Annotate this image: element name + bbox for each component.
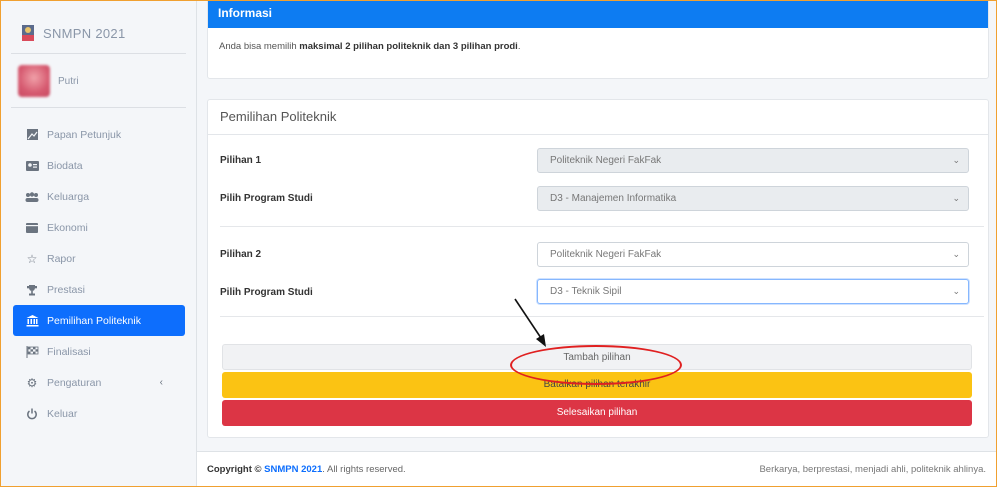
info-card-text: Anda bisa memilih maksimal 2 pilihan pol… bbox=[208, 28, 988, 65]
sidebar-item-label: Finalisasi bbox=[47, 345, 91, 358]
user-panel[interactable]: Putri bbox=[18, 65, 79, 97]
sidebar-nav: Papan Petunjuk Biodata Keluarga Ekonomi bbox=[13, 119, 185, 429]
prodi2-select[interactable]: D3 - Teknik Sipil ⌄ bbox=[537, 279, 969, 304]
copyright-prefix: Copyright © bbox=[207, 464, 265, 475]
info-card-title: Informasi bbox=[208, 1, 988, 28]
brand[interactable]: SNMPN 2021 bbox=[21, 23, 125, 43]
pilihan1-label: Pilihan 1 bbox=[220, 154, 262, 166]
brand-name: SNMPN 2021 bbox=[43, 25, 126, 41]
copyright-suffix: . All rights reserved. bbox=[322, 464, 406, 475]
sidebar-item-pengaturan[interactable]: ⚙ Pengaturan ‹ bbox=[13, 367, 185, 398]
sidebar-item-label: Biodata bbox=[47, 159, 83, 172]
footer-tagline: Berkarya, berprestasi, menjadi ahli, pol… bbox=[759, 464, 986, 475]
add-choice-button[interactable]: Tambah pilihan bbox=[222, 344, 972, 370]
chevron-down-icon: ⌄ bbox=[952, 155, 960, 165]
cancel-last-choice-button[interactable]: Batalkan pilihan terakhir bbox=[222, 372, 972, 398]
sidebar-item-label: Prestasi bbox=[47, 283, 85, 296]
avatar bbox=[18, 65, 50, 97]
sidebar-item-label: Pemilihan Politeknik bbox=[47, 314, 141, 327]
divider bbox=[220, 316, 984, 317]
flag-checkered-icon bbox=[25, 345, 39, 359]
pilihan1-select[interactable]: Politeknik Negeri FakFak ⌄ bbox=[537, 148, 969, 173]
pilihan2-select[interactable]: Politeknik Negeri FakFak ⌄ bbox=[537, 242, 969, 267]
selection-card-title: Pemilihan Politeknik bbox=[208, 100, 988, 135]
sidebar-item-keluarga[interactable]: Keluarga bbox=[13, 181, 185, 212]
prodi1-label: Pilih Program Studi bbox=[220, 192, 313, 204]
sidebar-item-label: Keluarga bbox=[47, 190, 90, 203]
gear-icon: ⚙ bbox=[26, 375, 38, 390]
divider bbox=[11, 107, 186, 108]
sidebar-item-label: Rapor bbox=[47, 252, 76, 265]
power-icon bbox=[25, 407, 39, 421]
sidebar-item-biodata[interactable]: Biodata bbox=[13, 150, 185, 181]
sidebar-item-ekonomi[interactable]: Ekonomi bbox=[13, 212, 185, 243]
main-content: Informasi Anda bisa memilih maksimal 2 p… bbox=[197, 1, 996, 486]
sidebar-item-label: Papan Petunjuk bbox=[47, 128, 122, 141]
prodi2-label: Pilih Program Studi bbox=[220, 286, 313, 298]
trophy-icon bbox=[25, 283, 39, 297]
chevron-left-icon: ‹ bbox=[159, 377, 163, 388]
sidebar-item-label: Pengaturan bbox=[47, 376, 102, 389]
app-window: SNMPN 2021 Putri Papan Petunjuk Biodata bbox=[0, 0, 997, 487]
pilihan2-label: Pilihan 2 bbox=[220, 248, 262, 260]
prodi1-select[interactable]: D3 - Manajemen Informatika ⌄ bbox=[537, 186, 969, 211]
university-logo-icon bbox=[22, 25, 34, 41]
divider bbox=[11, 53, 186, 54]
sidebar-item-papan-petunjuk[interactable]: Papan Petunjuk bbox=[13, 119, 185, 150]
chevron-down-icon: ⌄ bbox=[952, 193, 960, 203]
copyright-text: Copyright © SNMPN 2021. All rights reser… bbox=[207, 464, 406, 475]
dashboard-icon bbox=[25, 128, 39, 142]
sidebar-item-prestasi[interactable]: Prestasi bbox=[13, 274, 185, 305]
copyright-brand-link[interactable]: SNMPN 2021 bbox=[264, 464, 322, 475]
sidebar-item-rapor[interactable]: ☆ Rapor bbox=[13, 243, 185, 274]
info-text-prefix: Anda bisa memilih bbox=[219, 41, 300, 52]
footer: Copyright © SNMPN 2021. All rights reser… bbox=[197, 451, 996, 486]
selection-card: Pemilihan Politeknik Pilihan 1 Politekni… bbox=[207, 99, 989, 438]
finish-choice-button[interactable]: Selesaikan pilihan bbox=[222, 400, 972, 426]
chevron-down-icon: ⌄ bbox=[952, 286, 960, 296]
sidebar-item-pemilihan-politeknik[interactable]: Pemilihan Politeknik bbox=[13, 305, 185, 336]
university-icon bbox=[25, 314, 39, 328]
pilihan1-value: Politeknik Negeri FakFak bbox=[550, 155, 662, 166]
sidebar-item-finalisasi[interactable]: Finalisasi bbox=[13, 336, 185, 367]
info-text-bold: maksimal 2 pilihan politeknik dan 3 pili… bbox=[299, 41, 518, 52]
prodi2-value: D3 - Teknik Sipil bbox=[550, 286, 622, 297]
id-card-icon bbox=[25, 159, 39, 173]
info-card: Informasi Anda bisa memilih maksimal 2 p… bbox=[207, 1, 989, 79]
pilihan2-value: Politeknik Negeri FakFak bbox=[550, 249, 662, 260]
star-icon: ☆ bbox=[26, 251, 38, 266]
sidebar-item-label: Ekonomi bbox=[47, 221, 88, 234]
user-name: Putri bbox=[58, 75, 79, 87]
wallet-icon bbox=[25, 221, 39, 235]
sidebar: SNMPN 2021 Putri Papan Petunjuk Biodata bbox=[1, 1, 197, 486]
chevron-down-icon: ⌄ bbox=[952, 249, 960, 259]
divider bbox=[220, 226, 984, 227]
sidebar-item-label: Keluar bbox=[47, 407, 78, 420]
sidebar-item-keluar[interactable]: Keluar bbox=[13, 398, 185, 429]
info-text-suffix: . bbox=[517, 41, 521, 52]
users-icon bbox=[25, 190, 39, 204]
prodi1-value: D3 - Manajemen Informatika bbox=[550, 193, 677, 204]
